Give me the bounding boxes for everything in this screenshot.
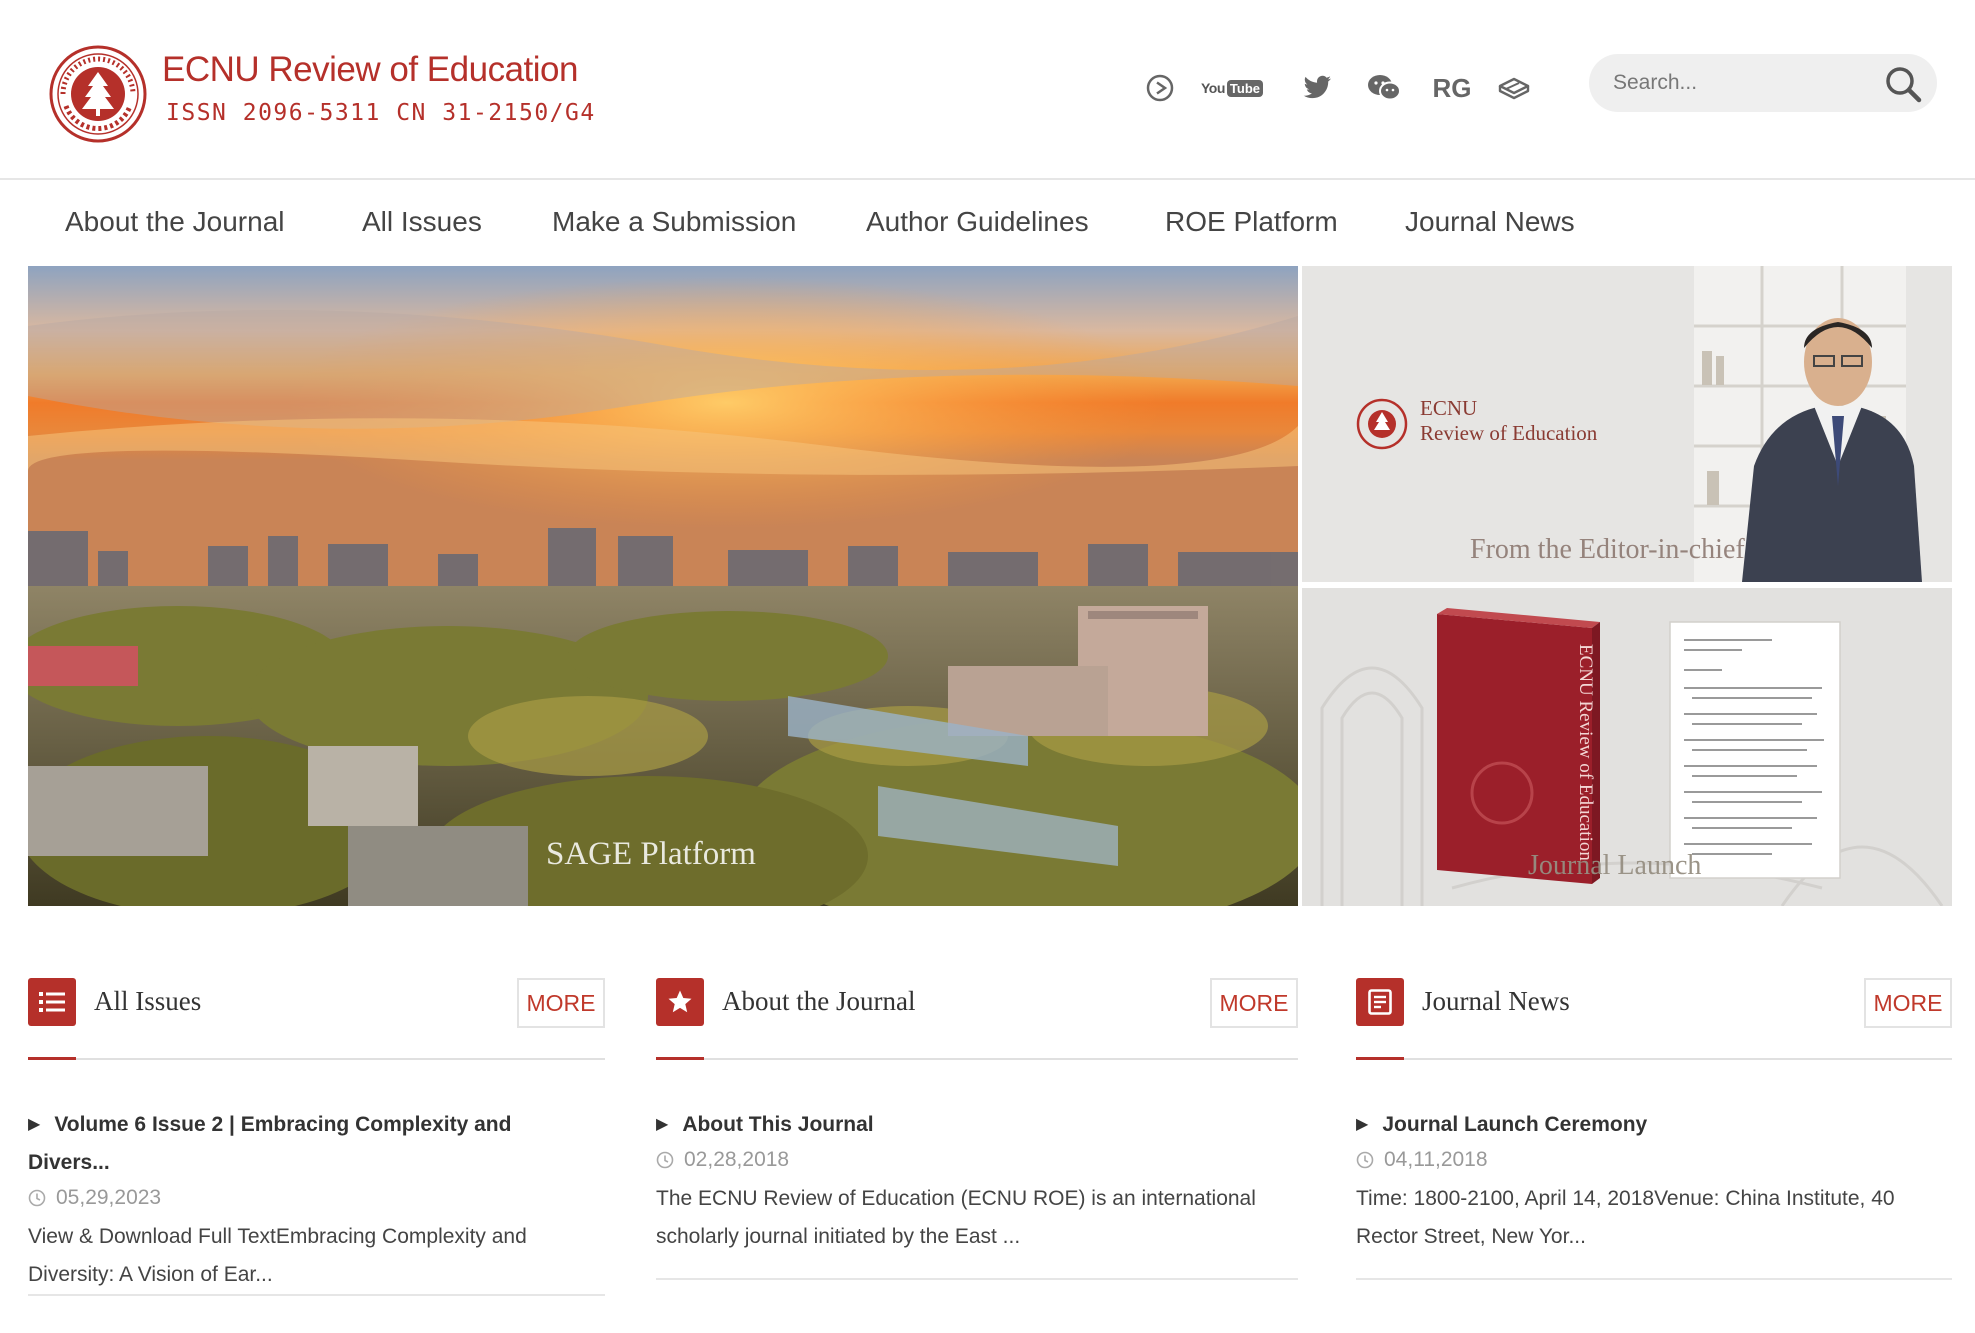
about-journal-bottom-divider xyxy=(656,1278,1298,1280)
journal-news-header: Journal News MORE xyxy=(1356,976,1952,1060)
all-issues-item-title[interactable]: ▶ Volume 6 Issue 2 | Embracing Complexity… xyxy=(28,1106,511,1182)
search-box xyxy=(1589,54,1937,112)
journal-news-more-button[interactable]: MORE xyxy=(1864,978,1952,1028)
site-header: ECNU Review of Education ISSN 2096-5311 … xyxy=(0,0,1975,180)
researchgate-label: RG xyxy=(1432,72,1472,103)
triangle-right-icon: ▶ xyxy=(28,1116,41,1133)
journal-news-bottom-divider xyxy=(1356,1278,1952,1280)
ecnu-seal-logo[interactable] xyxy=(48,44,148,144)
list-icon xyxy=(28,978,76,1026)
twitter-icon[interactable] xyxy=(1300,68,1336,108)
about-journal-item-desc: The ECNU Review of Education (ECNU ROE) … xyxy=(656,1180,1256,1256)
header-accent-bar xyxy=(1356,1057,1404,1060)
journal-news-date-text: 04,11,2018 xyxy=(1384,1148,1488,1171)
about-journal-more-button[interactable]: MORE xyxy=(1210,978,1298,1028)
researchgate-icon[interactable]: RG xyxy=(1432,68,1472,108)
about-journal-date-text: 02,28,2018 xyxy=(684,1148,790,1171)
about-journal-title: About the Journal xyxy=(722,986,916,1016)
banner-caption-journal-launch: Journal Launch xyxy=(1528,850,1702,881)
play-circle-icon[interactable] xyxy=(1142,68,1178,108)
nav-journal-news[interactable]: Journal News xyxy=(1405,206,1575,238)
nav-about-the-journal[interactable]: About the Journal xyxy=(65,206,285,238)
header-accent-bar xyxy=(28,1057,76,1060)
all-issues-item-title-line1: Volume 6 Issue 2 | Embracing Complexity … xyxy=(54,1113,512,1136)
editor-banner-logo-line1: ECNU xyxy=(1420,396,1478,420)
search-icon xyxy=(1886,67,1922,103)
main-nav: About the Journal All Issues Make a Subm… xyxy=(0,182,1975,264)
all-issues-header: All Issues MORE xyxy=(28,976,605,1060)
search-button[interactable] xyxy=(1881,62,1925,106)
clock-icon xyxy=(28,1189,46,1207)
nav-roe-platform[interactable]: ROE Platform xyxy=(1165,206,1338,238)
banner-journal-launch[interactable]: ECNU Review of Education Journal Launch xyxy=(1302,588,1952,906)
journal-news-item-date: 04,11,2018 xyxy=(1356,1148,1488,1172)
nav-all-issues[interactable]: All Issues xyxy=(362,206,482,238)
journal-news-desc-line1: Time: 1800-2100, April 14, 2018Venue: Ch… xyxy=(1356,1187,1895,1210)
nav-author-guidelines[interactable]: Author Guidelines xyxy=(866,206,1089,238)
all-issues-desc-line2: Diversity: A Vision of Ear... xyxy=(28,1263,273,1286)
header-accent-bar xyxy=(656,1057,704,1060)
banner-caption-editor: From the Editor-in-chief xyxy=(1470,534,1745,565)
star-icon xyxy=(656,978,704,1026)
triangle-right-icon: ▶ xyxy=(1356,1116,1369,1133)
all-issues-item-title-line2: Divers... xyxy=(28,1151,110,1174)
banner-caption-sage-platform: SAGE Platform xyxy=(546,836,756,872)
triangle-right-icon: ▶ xyxy=(656,1116,669,1133)
campus-sunset-image xyxy=(28,266,1298,906)
journal-news-title: Journal News xyxy=(1422,986,1570,1016)
youtube-you-text: You xyxy=(1201,80,1225,96)
all-issues-more-button[interactable]: MORE xyxy=(517,978,605,1028)
banner-editor-in-chief[interactable]: ECNU Review of Education From the Editor… xyxy=(1302,266,1952,582)
clock-icon xyxy=(1356,1151,1374,1169)
all-issues-item-date: 05,29,2023 xyxy=(28,1186,161,1210)
all-issues-desc-line1: View & Download Full TextEmbracing Compl… xyxy=(28,1225,527,1248)
about-journal-section: About the Journal MORE ▶ About This Journ… xyxy=(656,976,1298,1296)
about-journal-header: About the Journal MORE xyxy=(656,976,1298,1060)
all-issues-date-text: 05,29,2023 xyxy=(56,1186,162,1209)
about-journal-desc-line2: scholarly journal initiated by the East … xyxy=(656,1225,1021,1248)
clock-icon xyxy=(656,1151,674,1169)
youtube-icon[interactable]: You Tube xyxy=(1201,68,1263,108)
all-issues-section: All Issues MORE ▶ Volume 6 Issue 2 | Embr… xyxy=(28,976,605,1296)
all-issues-bottom-divider xyxy=(28,1294,605,1296)
book-spine-title: ECNU Review of Education xyxy=(1575,644,1596,861)
search-input[interactable] xyxy=(1613,67,1873,99)
journal-news-section: Journal News MORE ▶ Journal Launch Ceremo… xyxy=(1356,976,1952,1296)
journal-news-desc-line2: Rector Street, New Yor... xyxy=(1356,1225,1586,1248)
site-issn: ISSN 2096-5311 CN 31-2150/G4 xyxy=(166,100,596,126)
editor-banner-logo-line2: Review of Education xyxy=(1420,421,1598,445)
about-journal-desc-line1: The ECNU Review of Education (ECNU ROE) … xyxy=(656,1187,1256,1210)
banner-sage-platform[interactable]: SAGE Platform xyxy=(28,266,1298,906)
journal-news-item-desc: Time: 1800-2100, April 14, 2018Venue: Ch… xyxy=(1356,1180,1895,1256)
nav-make-a-submission[interactable]: Make a Submission xyxy=(552,206,796,238)
all-issues-title: All Issues xyxy=(94,986,202,1016)
news-icon xyxy=(1356,978,1404,1026)
site-title[interactable]: ECNU Review of Education xyxy=(162,50,578,90)
youtube-tube-text: Tube xyxy=(1226,79,1263,97)
all-issues-item-desc: View & Download Full TextEmbracing Compl… xyxy=(28,1218,527,1294)
about-journal-item-title-text: About This Journal xyxy=(682,1113,874,1136)
about-journal-item-date: 02,28,2018 xyxy=(656,1148,789,1172)
journal-news-item-title[interactable]: ▶ Journal Launch Ceremony xyxy=(1356,1106,1647,1144)
book-icon[interactable] xyxy=(1494,68,1534,108)
wechat-icon[interactable] xyxy=(1364,68,1404,108)
about-journal-item-title[interactable]: ▶ About This Journal xyxy=(656,1106,874,1144)
journal-news-item-title-text: Journal Launch Ceremony xyxy=(1382,1113,1648,1136)
